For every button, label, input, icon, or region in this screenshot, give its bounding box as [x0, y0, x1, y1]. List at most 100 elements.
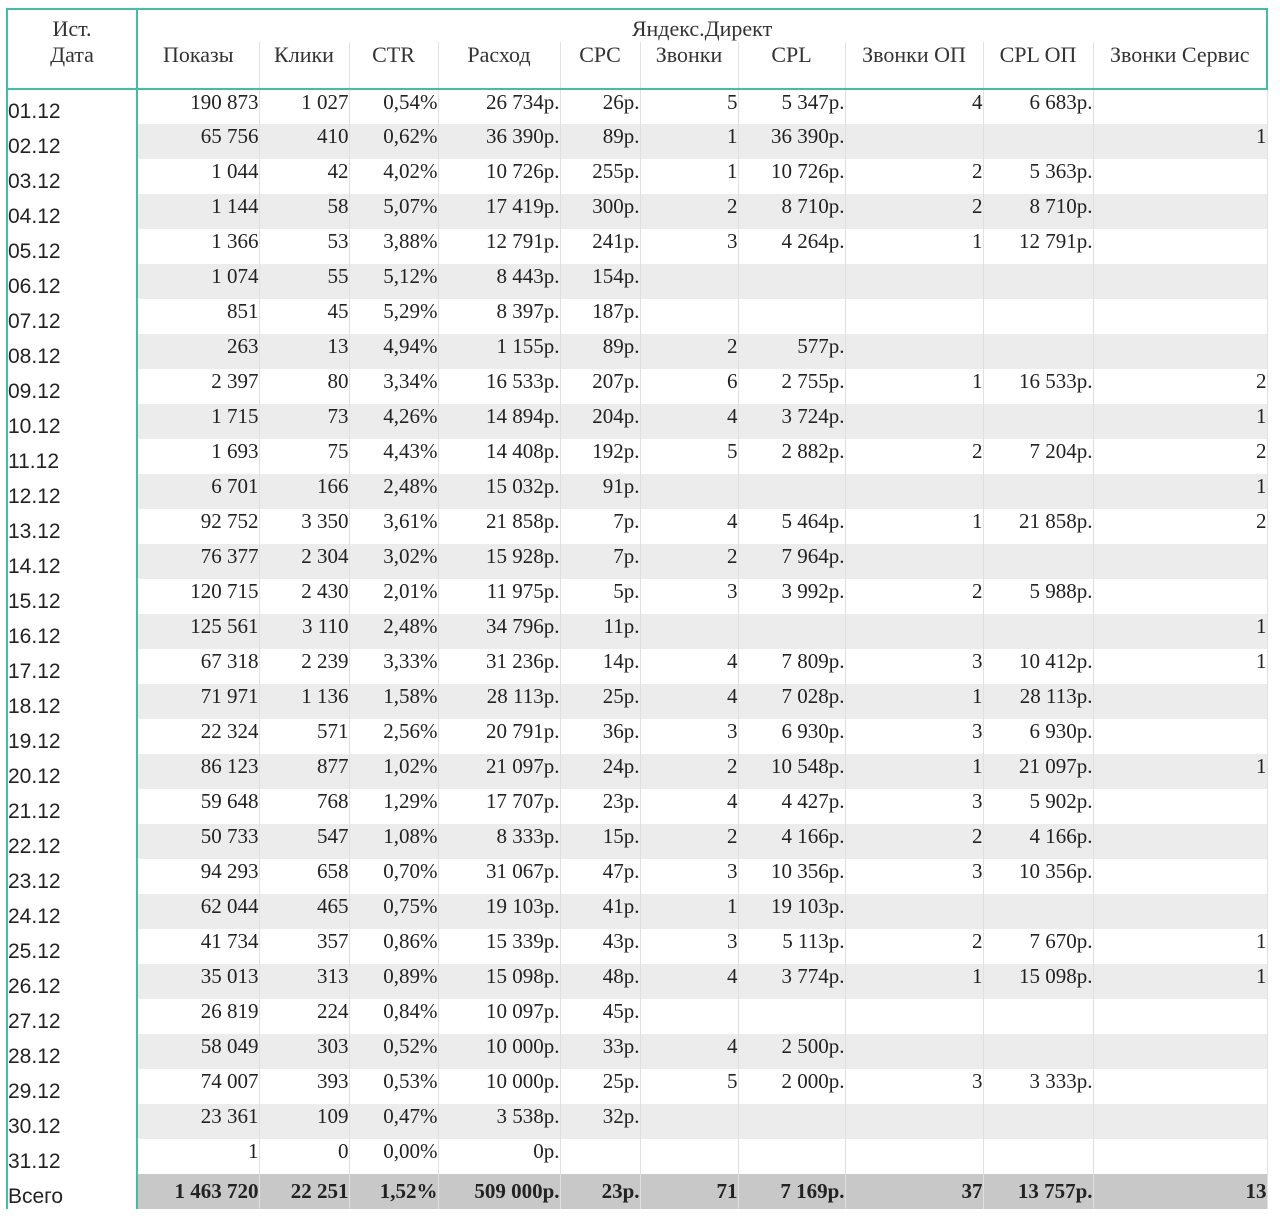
cell-calls-op: [844, 894, 983, 929]
cell-calls-service: 1: [1092, 614, 1268, 649]
cell-calls: 3: [639, 719, 738, 754]
cell-calls: 2: [639, 544, 738, 579]
cell-ctr: 0,84%: [348, 999, 438, 1034]
cell-cpl-op: 10 412р.: [982, 649, 1093, 684]
cell-cpl: 10 548р.: [737, 754, 845, 789]
cell-clicks: 0: [258, 1139, 349, 1174]
cell-clicks: 658: [258, 859, 349, 894]
cell-calls-op: [844, 1104, 983, 1139]
cell-spend: 14 408р.: [437, 439, 560, 474]
cell-cpl: 3 724р.: [737, 404, 845, 439]
cell-calls-op: [844, 1034, 983, 1069]
cell-calls-op: [844, 474, 983, 509]
cell-cpc: 7р.: [559, 509, 640, 544]
cell-cpc: 32р.: [559, 1104, 640, 1139]
cell-calls-service: [1092, 544, 1268, 579]
cell-impressions: 50 733: [136, 824, 259, 859]
cell-calls-op: 1: [844, 229, 983, 264]
cell-cpl-op: 3 333р.: [982, 1069, 1093, 1104]
header-source-name: Яндекс.Директ: [137, 8, 1269, 42]
cell-cpl-op: [982, 894, 1093, 929]
cell-calls: 1: [639, 124, 738, 159]
cell-calls: [639, 264, 738, 299]
cell-spend: 10 000р.: [437, 1034, 560, 1069]
cell-cpc: 48р.: [559, 964, 640, 999]
cell-spend: 15 098р.: [437, 964, 560, 999]
cell-calls: [639, 614, 738, 649]
cell-spend: 15 032р.: [437, 474, 560, 509]
cell-impressions: 92 752: [136, 509, 259, 544]
cell-ctr: 0,70%: [348, 859, 438, 894]
cell-cpl: 36 390р.: [737, 124, 845, 159]
cell-calls-service: [1092, 719, 1268, 754]
cell-clicks: 547: [258, 824, 349, 859]
cell-clicks: 75: [258, 439, 349, 474]
cell-ctr: 3,61%: [348, 509, 438, 544]
total-cpl-op: 13 757р.: [982, 1174, 1093, 1209]
cell-date: 06.12: [6, 264, 138, 299]
cell-date: 16.12: [6, 614, 138, 649]
cell-cpl-op: [982, 124, 1093, 159]
cell-cpc: 43р.: [559, 929, 640, 964]
cell-ctr: 4,43%: [348, 439, 438, 474]
cell-cpl-op: [982, 999, 1093, 1034]
col-header-calls-op: Звонки ОП: [844, 42, 983, 90]
cell-calls-service: 2: [1092, 439, 1268, 474]
cell-cpc: 204р.: [559, 404, 640, 439]
cell-cpc: 207р.: [559, 369, 640, 404]
cell-impressions: 58 049: [136, 1034, 259, 1069]
cell-cpl: 5 113р.: [737, 929, 845, 964]
cell-cpl-op: [982, 299, 1093, 334]
cell-impressions: 94 293: [136, 859, 259, 894]
cell-date: 21.12: [6, 789, 138, 824]
cell-ctr: 0,00%: [348, 1139, 438, 1174]
cell-cpc: 241р.: [559, 229, 640, 264]
cell-clicks: 166: [258, 474, 349, 509]
cell-calls-service: [1092, 684, 1268, 719]
table-row: 15.12 120 715 2 430 2,01% 11 975р. 5р. 3 3 992р…: [6, 579, 1268, 614]
cell-cpl: 4 427р.: [737, 789, 845, 824]
cell-calls: 4: [639, 1034, 738, 1069]
cell-cpc: 23р.: [559, 789, 640, 824]
cell-cpc: 89р.: [559, 334, 640, 369]
cell-clicks: 393: [258, 1069, 349, 1104]
cell-calls: [639, 1139, 738, 1174]
cell-clicks: 58: [258, 194, 349, 229]
cell-cpl: 2 755р.: [737, 369, 845, 404]
total-impressions: 1 463 720: [136, 1174, 259, 1209]
cell-cpl-op: 6 683р.: [982, 89, 1093, 124]
cell-calls-op: 4: [844, 89, 983, 124]
cell-calls-op: 2: [844, 194, 983, 229]
cell-clicks: 3 110: [258, 614, 349, 649]
cell-calls-op: 2: [844, 579, 983, 614]
cell-calls: 4: [639, 404, 738, 439]
cell-ctr: 0,47%: [348, 1104, 438, 1139]
cell-cpc: 24р.: [559, 754, 640, 789]
cell-calls-op: [844, 264, 983, 299]
cell-cpc: 7р.: [559, 544, 640, 579]
cell-cpc: 300р.: [559, 194, 640, 229]
cell-ctr: 1,29%: [348, 789, 438, 824]
cell-impressions: 59 648: [136, 789, 259, 824]
cell-calls-service: [1092, 264, 1268, 299]
cell-cpc: 154р.: [559, 264, 640, 299]
cell-ctr: 5,07%: [348, 194, 438, 229]
cell-date: 09.12: [6, 369, 138, 404]
total-ctr: 1,52%: [348, 1174, 438, 1209]
header-row-source: Ист. Яндекс.Директ: [6, 8, 1269, 42]
cell-impressions: 41 734: [136, 929, 259, 964]
cell-cpl: [737, 264, 845, 299]
cell-ctr: 0,86%: [348, 929, 438, 964]
cell-cpl-op: 5 363р.: [982, 159, 1093, 194]
cell-calls-service: 2: [1092, 369, 1268, 404]
total-cpc: 23р.: [559, 1174, 640, 1209]
cell-calls: 1: [639, 894, 738, 929]
cell-clicks: 410: [258, 124, 349, 159]
cell-calls: [639, 474, 738, 509]
table-row: 09.12 2 397 80 3,34% 16 533р. 207р. 6 2 755р. 1 1…: [6, 369, 1268, 404]
cell-calls: [639, 1104, 738, 1139]
cell-ctr: 2,48%: [348, 614, 438, 649]
cell-calls-op: 2: [844, 159, 983, 194]
cell-clicks: 571: [258, 719, 349, 754]
cell-ctr: 2,56%: [348, 719, 438, 754]
